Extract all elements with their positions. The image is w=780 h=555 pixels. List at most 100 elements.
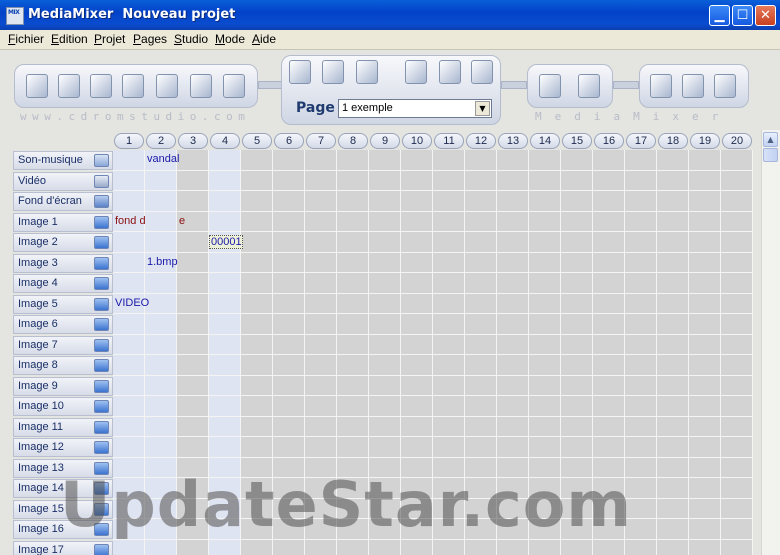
grid-cell[interactable] xyxy=(401,252,433,273)
column-header[interactable]: 3 xyxy=(178,133,208,149)
grid-cell[interactable] xyxy=(337,150,369,171)
grid-cell[interactable] xyxy=(561,314,593,335)
grid-cell[interactable] xyxy=(689,375,721,396)
column-header[interactable]: 6 xyxy=(274,133,304,149)
grid-cell[interactable] xyxy=(177,375,209,396)
grid-cell[interactable] xyxy=(561,396,593,417)
grid-cell[interactable] xyxy=(465,396,497,417)
grid-cell[interactable] xyxy=(401,396,433,417)
grid-cell[interactable] xyxy=(689,273,721,294)
grid-cell[interactable] xyxy=(657,273,689,294)
column-header[interactable]: 10 xyxy=(402,133,432,149)
grid-cell[interactable] xyxy=(721,334,753,355)
grid-cell[interactable] xyxy=(209,375,241,396)
grid-cell[interactable] xyxy=(177,293,209,314)
grid-cell[interactable] xyxy=(529,170,561,191)
grid-cell[interactable] xyxy=(369,314,401,335)
video-icon[interactable] xyxy=(94,174,109,188)
grid-cell[interactable] xyxy=(305,539,337,555)
grid-cell[interactable] xyxy=(113,437,145,458)
column-header[interactable]: 4 xyxy=(210,133,240,149)
grid-cell[interactable] xyxy=(465,211,497,232)
grid-cell[interactable] xyxy=(593,273,625,294)
grid-cell[interactable] xyxy=(465,293,497,314)
grid-cell[interactable] xyxy=(273,375,305,396)
grid-cell[interactable] xyxy=(369,293,401,314)
column-header[interactable]: 17 xyxy=(626,133,656,149)
grid-cell[interactable] xyxy=(337,437,369,458)
grid-cell[interactable] xyxy=(401,170,433,191)
grid-cell[interactable] xyxy=(177,334,209,355)
column-header[interactable]: 8 xyxy=(338,133,368,149)
grid-cell[interactable] xyxy=(273,191,305,212)
grid-cell[interactable] xyxy=(625,539,657,555)
grid-cell[interactable] xyxy=(273,396,305,417)
grid-cell[interactable] xyxy=(337,314,369,335)
grid-cell[interactable] xyxy=(337,396,369,417)
grid-cell[interactable] xyxy=(465,170,497,191)
table-icon[interactable] xyxy=(471,60,493,84)
grid-cell[interactable] xyxy=(529,539,561,555)
grid-cell[interactable] xyxy=(433,437,465,458)
menu-studio[interactable]: Studio xyxy=(174,32,208,46)
column-header[interactable]: 7 xyxy=(306,133,336,149)
menu-fichier[interactable]: Fichier xyxy=(8,32,44,46)
grid-cell[interactable] xyxy=(497,170,529,191)
row-label[interactable]: Image 7 xyxy=(13,335,113,355)
grid-cell[interactable] xyxy=(337,170,369,191)
grid-cell[interactable] xyxy=(689,170,721,191)
scroll-up-icon[interactable]: ▲ xyxy=(763,132,778,147)
grid-cell[interactable] xyxy=(401,191,433,212)
grid-cell[interactable] xyxy=(657,519,689,540)
grid-cell[interactable] xyxy=(273,355,305,376)
grid-cell[interactable] xyxy=(209,539,241,555)
grid-cell[interactable] xyxy=(369,539,401,555)
grid-cell[interactable] xyxy=(497,437,529,458)
grid-cell[interactable] xyxy=(305,334,337,355)
grid-cell[interactable] xyxy=(401,355,433,376)
grid-cell[interactable] xyxy=(721,232,753,253)
grid-cell[interactable] xyxy=(209,191,241,212)
grid-cell[interactable] xyxy=(529,273,561,294)
grid-cell[interactable] xyxy=(113,273,145,294)
grid-cell[interactable] xyxy=(209,273,241,294)
grid-cell[interactable] xyxy=(625,437,657,458)
grid-cell[interactable] xyxy=(145,191,177,212)
menu-projet[interactable]: Projet xyxy=(94,32,125,46)
grid-cell[interactable] xyxy=(273,150,305,171)
grid-cell[interactable] xyxy=(177,539,209,555)
grid-cell[interactable] xyxy=(209,314,241,335)
image-icon[interactable] xyxy=(94,420,109,434)
grid-cell[interactable] xyxy=(337,293,369,314)
grid-cell[interactable] xyxy=(657,498,689,519)
grid-cell[interactable] xyxy=(305,273,337,294)
column-header[interactable]: 20 xyxy=(722,133,752,149)
grid-cell[interactable] xyxy=(689,293,721,314)
grid-cell[interactable] xyxy=(209,150,241,171)
grid-cell[interactable] xyxy=(657,150,689,171)
grid-cell[interactable] xyxy=(593,437,625,458)
grid-cell[interactable] xyxy=(273,273,305,294)
grid-cell[interactable] xyxy=(689,211,721,232)
grid-cell[interactable] xyxy=(305,232,337,253)
grid-cell[interactable] xyxy=(625,232,657,253)
grid-cell[interactable] xyxy=(561,150,593,171)
grid-cell[interactable] xyxy=(401,416,433,437)
grid-cell[interactable] xyxy=(465,191,497,212)
column-header[interactable]: 14 xyxy=(530,133,560,149)
grid-cell[interactable] xyxy=(529,334,561,355)
grid-cell[interactable] xyxy=(657,314,689,335)
grid-cell[interactable] xyxy=(465,232,497,253)
grid-cell[interactable] xyxy=(593,170,625,191)
grid-cell[interactable] xyxy=(433,170,465,191)
row-label[interactable]: Fond d'écran xyxy=(13,192,113,211)
grid-cell[interactable] xyxy=(337,375,369,396)
grid-cell[interactable] xyxy=(721,498,753,519)
cell-content[interactable]: e xyxy=(179,215,185,227)
grid-cell[interactable] xyxy=(465,273,497,294)
grid-cell[interactable] xyxy=(241,232,273,253)
edit-icon[interactable] xyxy=(190,74,212,98)
grid-cell[interactable] xyxy=(561,191,593,212)
grid-cell[interactable] xyxy=(689,334,721,355)
grid-cell[interactable] xyxy=(433,191,465,212)
